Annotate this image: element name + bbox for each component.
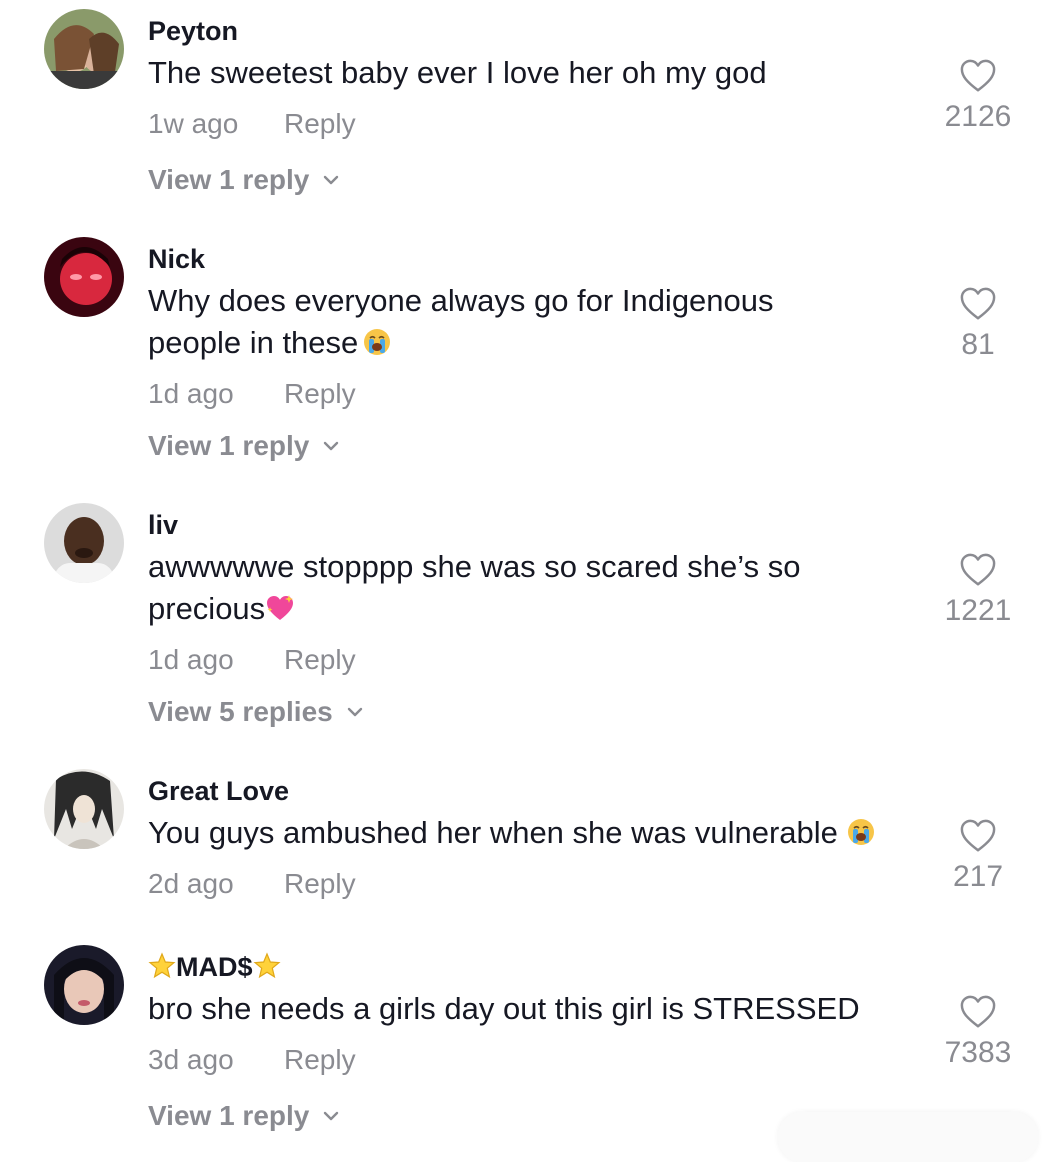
chevron-down-icon: [324, 1111, 339, 1121]
reply-button[interactable]: Reply: [284, 867, 356, 901]
reply-button[interactable]: Reply: [284, 643, 356, 677]
comment-username[interactable]: Peyton: [148, 15, 238, 47]
reply-button[interactable]: Reply: [284, 377, 356, 411]
heart-outline-icon: [960, 553, 996, 586]
user-avatar[interactable]: [44, 945, 124, 1025]
user-avatar[interactable]: [44, 769, 124, 849]
comment-time: 1d ago: [148, 644, 234, 675]
view-replies-button[interactable]: View 1 reply: [148, 1099, 341, 1133]
heart-outline-icon: [960, 995, 996, 1028]
comment-text: awwwwwe stopppp she was so scared she’s …: [148, 546, 868, 630]
floating-input-edge: [778, 1112, 1038, 1162]
view-replies-label: View 1 reply: [148, 164, 310, 195]
loudly-crying-face-emoji: [846, 817, 876, 847]
like-button[interactable]: 7383: [938, 994, 1018, 1072]
reply-button[interactable]: Reply: [284, 1043, 356, 1077]
view-replies-button[interactable]: View 1 reply: [148, 163, 341, 197]
chevron-down-icon: [324, 175, 339, 185]
like-button[interactable]: 217: [938, 818, 1018, 896]
heart-outline-icon: [960, 819, 996, 852]
comment-text-content: bro she needs a girls day out this girl …: [148, 991, 860, 1026]
like-count: 7383: [944, 1036, 1012, 1069]
username-label: MAD$: [176, 952, 253, 982]
comment-time: 1w ago: [148, 108, 239, 139]
comment-username[interactable]: Great Love: [148, 775, 289, 807]
chevron-down-icon: [347, 707, 362, 717]
like-button[interactable]: 1221: [938, 552, 1018, 630]
like-button[interactable]: 2126: [938, 58, 1018, 136]
chevron-down-icon: [324, 441, 339, 451]
comment-username[interactable]: liv: [148, 509, 178, 541]
comment-time: 1d ago: [148, 378, 234, 409]
comment-text: Why does everyone always go for Indigeno…: [148, 280, 848, 364]
heart-outline-icon: [960, 59, 996, 92]
reply-button[interactable]: Reply: [284, 107, 356, 141]
comment-text-content: The sweetest baby ever I love her oh my …: [148, 55, 767, 90]
like-count: 1221: [944, 594, 1012, 627]
star-emoji: [148, 952, 176, 980]
heart-outline-icon: [960, 287, 996, 320]
comment-meta: 1d ago Reply: [148, 377, 356, 411]
view-replies-button[interactable]: View 1 reply: [148, 429, 341, 463]
view-replies-button[interactable]: View 5 replies: [148, 695, 365, 729]
comment-text-content: awwwwwe stopppp she was so scared she’s …: [148, 549, 801, 626]
like-count: 81: [961, 328, 995, 361]
view-replies-label: View 1 reply: [148, 430, 310, 461]
user-avatar[interactable]: [44, 9, 124, 89]
like-count: 2126: [944, 100, 1012, 133]
comment-text: The sweetest baby ever I love her oh my …: [148, 52, 938, 94]
comment-username[interactable]: MAD$: [148, 951, 281, 983]
comment-meta: 1d ago Reply: [148, 643, 356, 677]
loudly-crying-face-emoji: [362, 327, 392, 357]
comment-text-content: Why does everyone always go for Indigeno…: [148, 283, 774, 360]
user-avatar[interactable]: [44, 503, 124, 583]
comment-text: bro she needs a girls day out this girl …: [148, 988, 938, 1030]
comment-meta: 3d ago Reply: [148, 1043, 356, 1077]
comment-text-content: You guys ambushed her when she was vulne…: [148, 815, 838, 850]
sparkling-heart-emoji: [265, 593, 295, 623]
star-emoji: [252, 952, 281, 980]
like-count: 217: [952, 860, 1004, 893]
comment-text: You guys ambushed her when she was vulne…: [148, 812, 948, 854]
like-button[interactable]: 81: [938, 286, 1018, 364]
comment-time: 3d ago: [148, 1044, 234, 1075]
view-replies-label: View 5 replies: [148, 696, 333, 727]
comment-time: 2d ago: [148, 868, 234, 899]
view-replies-label: View 1 reply: [148, 1100, 310, 1131]
comment-meta: 1w ago Reply: [148, 107, 356, 141]
comment-meta: 2d ago Reply: [148, 867, 356, 901]
user-avatar[interactable]: [44, 237, 124, 317]
comment-username[interactable]: Nick: [148, 243, 205, 275]
